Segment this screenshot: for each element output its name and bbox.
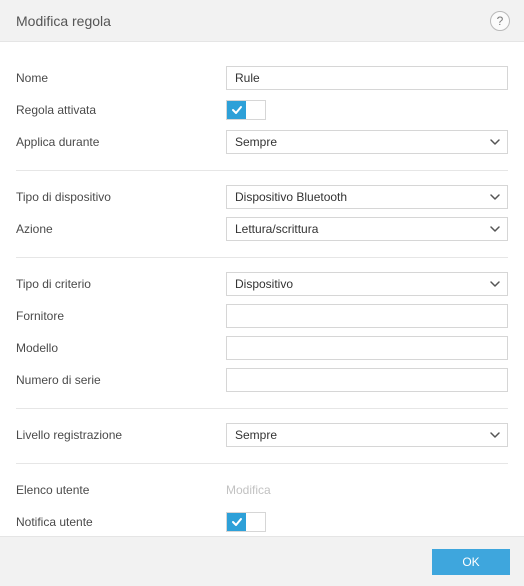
check-icon [227, 513, 246, 531]
label-model: Modello [16, 341, 226, 355]
dialog-window: Modifica regola ? Nome Regola attivata [0, 0, 524, 586]
chevron-down-icon [489, 429, 501, 441]
footer: OK [0, 536, 524, 586]
chevron-down-icon [489, 278, 501, 290]
row-serial: Numero di serie [16, 366, 508, 393]
label-vendor: Fornitore [16, 309, 226, 323]
devtype-select[interactable]: Dispositivo Bluetooth [226, 185, 508, 209]
model-input[interactable] [226, 336, 508, 360]
label-userlist: Elenco utente [16, 483, 226, 497]
content-area: Nome Regola attivata [0, 42, 524, 536]
label-loglevel: Livello registrazione [16, 428, 226, 442]
label-serial: Numero di serie [16, 373, 226, 387]
row-vendor: Fornitore [16, 302, 508, 329]
row-enabled: Regola attivata [16, 96, 508, 123]
row-model: Modello [16, 334, 508, 361]
dialog-title: Modifica regola [16, 13, 111, 29]
loglevel-select[interactable]: Sempre [226, 423, 508, 447]
titlebar: Modifica regola ? [0, 0, 524, 42]
divider [16, 408, 508, 409]
label-devtype: Tipo di dispositivo [16, 190, 226, 204]
loglevel-value: Sempre [235, 428, 277, 442]
divider [16, 463, 508, 464]
devtype-value: Dispositivo Bluetooth [235, 190, 347, 204]
crittype-value: Dispositivo [235, 277, 293, 291]
row-name: Nome [16, 64, 508, 91]
apply-select[interactable]: Sempre [226, 130, 508, 154]
enabled-toggle[interactable] [226, 100, 266, 120]
form: Nome Regola attivata [16, 64, 508, 536]
ok-button[interactable]: OK [432, 549, 510, 575]
action-value: Lettura/scrittura [235, 222, 318, 236]
action-select[interactable]: Lettura/scrittura [226, 217, 508, 241]
vendor-input[interactable] [226, 304, 508, 328]
row-userlist: Elenco utente Modifica [16, 476, 508, 503]
row-devtype: Tipo di dispositivo Dispositivo Bluetoot… [16, 183, 508, 210]
label-name: Nome [16, 71, 226, 85]
name-input[interactable] [226, 66, 508, 90]
check-icon [227, 101, 246, 119]
toggle-off-half [246, 101, 265, 119]
divider [16, 170, 508, 171]
label-enabled: Regola attivata [16, 103, 226, 117]
serial-input[interactable] [226, 368, 508, 392]
userlist-edit-link: Modifica [226, 483, 271, 497]
label-action: Azione [16, 222, 226, 236]
label-crittype: Tipo di criterio [16, 277, 226, 291]
toggle-off-half [246, 513, 265, 531]
label-notify: Notifica utente [16, 515, 226, 529]
apply-value: Sempre [235, 135, 277, 149]
chevron-down-icon [489, 136, 501, 148]
divider [16, 257, 508, 258]
help-icon[interactable]: ? [490, 11, 510, 31]
row-notify: Notifica utente [16, 508, 508, 535]
row-action: Azione Lettura/scrittura [16, 215, 508, 242]
label-apply: Applica durante [16, 135, 226, 149]
row-loglevel: Livello registrazione Sempre [16, 421, 508, 448]
row-apply: Applica durante Sempre [16, 128, 508, 155]
crittype-select[interactable]: Dispositivo [226, 272, 508, 296]
notify-toggle[interactable] [226, 512, 266, 532]
chevron-down-icon [489, 191, 501, 203]
chevron-down-icon [489, 223, 501, 235]
row-crittype: Tipo di criterio Dispositivo [16, 270, 508, 297]
